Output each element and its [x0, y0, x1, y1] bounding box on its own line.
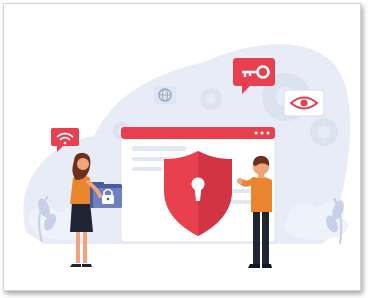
gear-icon: [200, 88, 222, 110]
globe-icon: [154, 86, 176, 104]
gear-icon: [310, 118, 338, 146]
security-illustration: [23, 44, 351, 268]
illustration-frame: [3, 3, 361, 291]
eye-icon: [283, 89, 325, 117]
